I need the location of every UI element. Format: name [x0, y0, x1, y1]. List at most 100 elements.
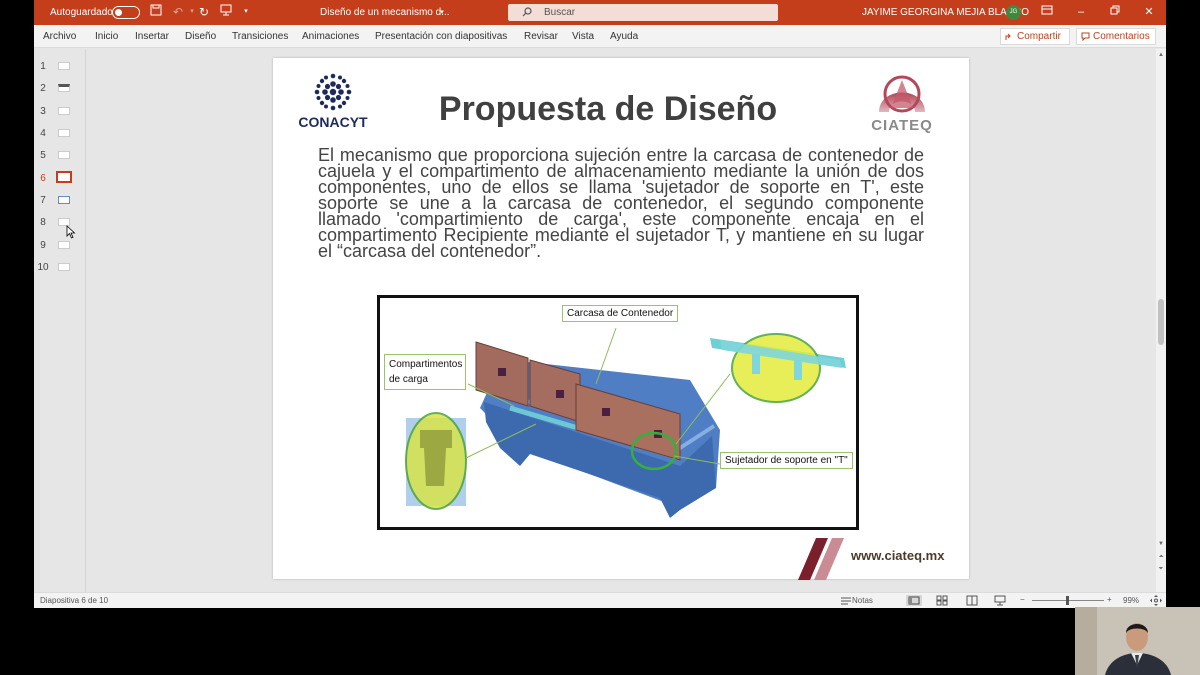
slide-preview: [58, 107, 70, 115]
search-placeholder: Buscar: [544, 7, 576, 18]
search-box[interactable]: Buscar: [508, 4, 778, 21]
conacyt-logo-text: CONACYT: [298, 114, 368, 130]
slide-number: 4: [40, 128, 46, 139]
presenter-video-image: [1075, 607, 1200, 675]
scroll-down-icon[interactable]: ▼: [1157, 540, 1165, 548]
zoom-slider-handle[interactable]: [1066, 596, 1069, 605]
slide-preview: [58, 263, 70, 271]
callout-housing: Carcasa de Contenedor: [562, 305, 679, 322]
slide-thumbnails-pane: 1 2 3 4 5 6 7 8 9 10: [34, 49, 86, 592]
slide-6[interactable]: CONACYT CIATEQ Propuesta de Diseño El me…: [273, 58, 969, 580]
slideshow-icon[interactable]: [994, 595, 1006, 606]
reading-view-icon[interactable]: [966, 595, 978, 606]
title-bar: Autoguardado ↶ ▾ ↻ ▾ Diseño de un mecani…: [34, 0, 1166, 25]
slide-sorter-icon[interactable]: [936, 595, 948, 606]
notes-button[interactable]: Notas: [852, 596, 873, 605]
search-icon: [522, 7, 532, 17]
svg-text:CIATEQ: CIATEQ: [871, 117, 933, 134]
close-icon[interactable]: ✕: [1142, 5, 1156, 19]
callout-compartments: Compartimentos de carga: [384, 354, 466, 390]
slide-number: 3: [40, 106, 46, 117]
share-icon: [1005, 33, 1011, 40]
next-slide-icon[interactable]: ⏷: [1157, 565, 1165, 573]
slide-thumbnail-1[interactable]: 1: [34, 59, 86, 75]
slide-counter: Diapositiva 6 de 10: [40, 596, 109, 605]
tab-transiciones[interactable]: Transiciones: [232, 31, 288, 42]
ribbon-display-options-icon[interactable]: [1040, 5, 1054, 19]
slide-number: 10: [37, 262, 49, 273]
slide-preview: [58, 196, 70, 204]
slide-preview: [56, 171, 72, 183]
zoom-level[interactable]: 99%: [1123, 596, 1139, 605]
slide-preview: [58, 62, 70, 70]
slide-title[interactable]: Propuesta de Diseño: [393, 90, 823, 129]
tab-animaciones[interactable]: Animaciones: [302, 31, 359, 42]
mechanism-illustration: [405, 327, 846, 518]
slide-number: 1: [40, 61, 46, 72]
slide-number: 7: [40, 195, 46, 206]
slide-thumbnail-6[interactable]: 6: [34, 171, 86, 187]
slide-thumbnail-3[interactable]: 3: [34, 104, 86, 120]
redo-icon[interactable]: ↻: [196, 4, 212, 20]
avatar[interactable]: JG: [1006, 5, 1021, 20]
autosave-label: Autoguardado: [50, 7, 113, 18]
tab-ayuda[interactable]: Ayuda: [610, 31, 638, 42]
slide-body-text[interactable]: El mecanismo que proporciona sujeción en…: [318, 146, 924, 260]
slide-number: 9: [40, 240, 46, 251]
ciateq-logo: CIATEQ: [871, 75, 933, 134]
customize-toolbar-icon[interactable]: ▾: [238, 4, 254, 20]
slide-thumbnail-7[interactable]: 7: [34, 193, 86, 209]
slide-preview: [58, 241, 70, 249]
callout-fastener: Sujetador de soporte en "T": [720, 452, 853, 469]
slide-number: 6: [40, 173, 46, 184]
comments-label: Comentarios: [1093, 31, 1150, 42]
mouse-cursor-icon: [66, 225, 76, 239]
slide-thumbnail-10[interactable]: 10: [34, 260, 86, 276]
comment-icon: [1081, 32, 1090, 41]
scrollbar-thumb[interactable]: [1158, 299, 1164, 345]
autosave-toggle[interactable]: [112, 6, 140, 19]
fit-to-window-icon[interactable]: [1150, 595, 1162, 606]
zoom-in-button[interactable]: +: [1107, 595, 1112, 604]
user-name[interactable]: JAYIME GEORGINA MEJIA BLANCO: [862, 7, 1029, 18]
slide-number: 2: [40, 83, 46, 94]
slide-thumbnail-5[interactable]: 5: [34, 148, 86, 164]
slide-thumbnail-2[interactable]: 2: [34, 81, 86, 97]
document-title[interactable]: Diseño de un mecanismo d...: [320, 7, 450, 18]
tab-inicio[interactable]: Inicio: [95, 31, 118, 42]
status-bar: Diapositiva 6 de 10 Notas − + 99%: [34, 592, 1166, 608]
restore-icon[interactable]: [1108, 5, 1122, 19]
vertical-scrollbar[interactable]: ▲ ▼ ⏶ ⏷: [1156, 49, 1166, 592]
tab-insertar[interactable]: Insertar: [135, 31, 169, 42]
minimize-icon[interactable]: –: [1074, 5, 1088, 19]
powerpoint-window: Autoguardado ↶ ▾ ↻ ▾ Diseño de un mecani…: [34, 0, 1166, 608]
comments-button[interactable]: Comentarios: [1076, 28, 1156, 45]
share-label: Compartir: [1017, 31, 1061, 42]
slide-thumbnail-4[interactable]: 4: [34, 126, 86, 142]
webcam-feed: [1075, 607, 1200, 675]
slide-preview: [58, 84, 70, 92]
notes-icon[interactable]: [840, 595, 852, 606]
tab-presentacion[interactable]: Presentación con diapositivas: [375, 31, 507, 42]
slide-thumbnail-8[interactable]: 8: [34, 215, 86, 231]
slide-preview: [58, 129, 70, 137]
ribbon-tabs: Archivo Inicio Insertar Diseño Transicio…: [34, 25, 1166, 48]
previous-slide-icon[interactable]: ⏶: [1157, 553, 1165, 561]
tab-vista[interactable]: Vista: [572, 31, 594, 42]
present-icon[interactable]: [218, 4, 234, 20]
doc-title-dropdown-icon[interactable]: ▾: [434, 5, 450, 21]
slide-thumbnail-9[interactable]: 9: [34, 238, 86, 254]
zoom-out-button[interactable]: −: [1020, 595, 1025, 604]
slide-preview: [58, 151, 70, 159]
save-icon[interactable]: [148, 4, 164, 20]
slide-number: 8: [40, 217, 46, 228]
scroll-up-icon[interactable]: ▲: [1157, 51, 1165, 59]
tab-archivo[interactable]: Archivo: [43, 31, 76, 42]
normal-view-icon[interactable]: [906, 595, 922, 606]
mechanism-figure[interactable]: Carcasa de Contenedor Compartimentos de …: [377, 295, 859, 530]
footer-url: www.ciateq.mx: [851, 548, 945, 563]
tab-diseno[interactable]: Diseño: [185, 31, 216, 42]
share-button[interactable]: Compartir: [1000, 28, 1070, 45]
ciateq-footer-stripe: [798, 538, 844, 580]
tab-revisar[interactable]: Revisar: [524, 31, 558, 42]
